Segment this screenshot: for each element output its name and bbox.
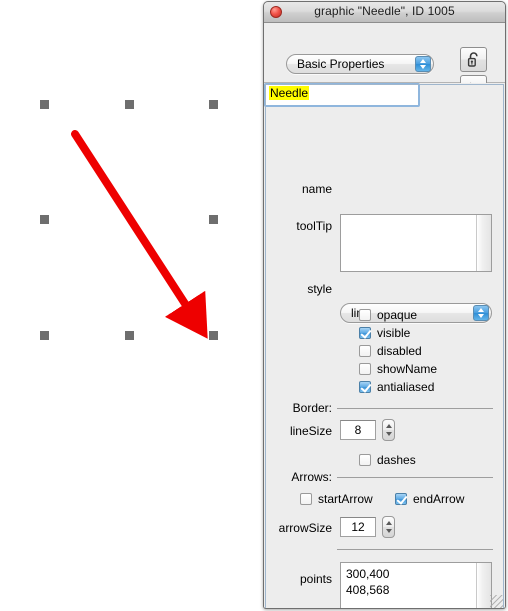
checkbox-disabled[interactable]: disabled xyxy=(359,344,422,358)
checkbox-showname[interactable]: showName xyxy=(359,362,437,376)
name-input[interactable]: Needle xyxy=(264,83,504,608)
checkbox-box-opaque xyxy=(359,309,371,321)
selection-handle[interactable] xyxy=(209,100,218,109)
name-input-value: Needle xyxy=(269,86,310,100)
checkbox-label: showName xyxy=(377,362,438,376)
arrows-divider xyxy=(337,477,493,478)
selection-handle[interactable] xyxy=(40,331,49,340)
checkbox-antialiased[interactable]: antialiased xyxy=(359,380,434,394)
checkbox-box-antialiased xyxy=(359,381,371,393)
arrowsize-stepper[interactable] xyxy=(382,516,395,538)
selection-handle[interactable] xyxy=(40,100,49,109)
arrowsize-label: arrowSize xyxy=(278,521,332,535)
checkbox-box-visible xyxy=(359,327,371,339)
checkbox-box-startarrow xyxy=(300,493,312,505)
selection-handle[interactable] xyxy=(40,215,49,224)
border-section-label: Border: xyxy=(292,401,332,415)
checkbox-label: disabled xyxy=(377,344,422,358)
dashes-checkbox[interactable]: dashes xyxy=(359,453,416,467)
selection-handle[interactable] xyxy=(209,331,218,340)
needle-arrow-graphic[interactable] xyxy=(0,0,263,611)
linesize-input[interactable]: 8 xyxy=(340,420,376,440)
linesize-label: lineSize xyxy=(289,424,332,438)
checkbox-label: visible xyxy=(377,326,411,340)
inspector-toolbar: Basic Properties xyxy=(264,23,505,100)
graphic-inspector-window: graphic "Needle", ID 1005 Basic Properti… xyxy=(263,1,506,609)
window-titlebar[interactable]: graphic "Needle", ID 1005 xyxy=(264,2,505,23)
tooltip-label: toolTip xyxy=(296,219,332,233)
properties-pane-value: Basic Properties xyxy=(297,57,385,71)
startarrow-label: startArrow xyxy=(318,492,373,506)
endarrow-label: endArrow xyxy=(413,492,465,506)
selection-handle[interactable] xyxy=(125,100,134,109)
selection-handle[interactable] xyxy=(209,215,218,224)
document-canvas[interactable] xyxy=(0,0,263,611)
points-scrollbar[interactable] xyxy=(476,563,491,608)
startarrow-checkbox[interactable]: startArrow xyxy=(300,492,373,506)
lock-button[interactable] xyxy=(460,47,487,72)
tooltip-textarea[interactable] xyxy=(340,214,492,272)
linesize-stepper[interactable] xyxy=(382,419,395,441)
points-divider xyxy=(337,549,493,550)
style-label: style xyxy=(307,282,332,296)
chevron-updown-icon xyxy=(415,56,431,72)
endarrow-checkbox[interactable]: endArrow xyxy=(395,492,464,506)
app-root: graphic "Needle", ID 1005 Basic Properti… xyxy=(0,0,508,611)
points-textarea[interactable]: 300,400 408,568 xyxy=(340,562,492,608)
points-label: points xyxy=(299,572,332,586)
tooltip-scrollbar[interactable] xyxy=(476,215,491,271)
checkbox-box-dashes xyxy=(359,454,371,466)
arrows-section-label: Arrows: xyxy=(291,470,332,484)
chevron-updown-icon xyxy=(473,305,489,321)
checkbox-box-disabled xyxy=(359,345,371,357)
dashes-label: dashes xyxy=(377,453,416,467)
border-divider xyxy=(337,408,493,409)
window-title: graphic "Needle", ID 1005 xyxy=(314,4,455,18)
unlocked-padlock-icon xyxy=(467,52,478,67)
resize-grip-icon[interactable] xyxy=(490,595,503,608)
checkbox-box-showname xyxy=(359,363,371,375)
checkbox-opaque[interactable]: opaque xyxy=(359,308,417,322)
arrowsize-input[interactable]: 12 xyxy=(340,517,376,537)
checkbox-label: opaque xyxy=(377,308,418,322)
inspector-properties-pane: name Needle toolTip style line opaquevis… xyxy=(264,83,505,608)
properties-pane-select[interactable]: Basic Properties xyxy=(286,54,434,74)
checkbox-visible[interactable]: visible xyxy=(359,326,410,340)
checkbox-box-endarrow xyxy=(395,493,407,505)
points-textarea-value: 300,400 408,568 xyxy=(346,567,390,597)
checkbox-label: antialiased xyxy=(377,380,435,394)
selection-handle[interactable] xyxy=(125,331,134,340)
